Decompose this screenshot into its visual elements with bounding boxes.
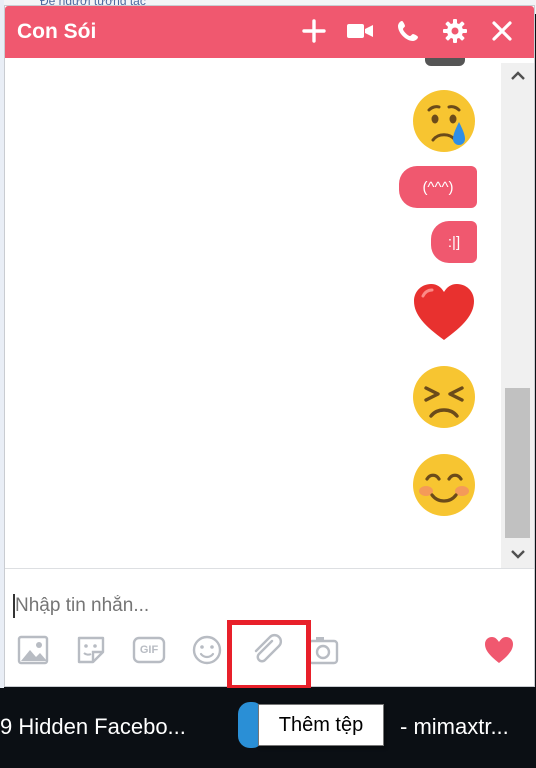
scrollbar[interactable] (501, 63, 534, 568)
message-list: (^^^) :|] (5, 58, 501, 568)
scroll-up-arrow[interactable] (501, 63, 534, 89)
gif-icon[interactable]: GIF (131, 632, 167, 668)
close-icon[interactable] (485, 14, 519, 48)
attach-file-tooltip: Thêm tệp (258, 704, 384, 746)
chat-window: Con Sói (^^^):|] Nhập tin nhắn... GIF (4, 5, 535, 690)
crying-face-emoji (411, 88, 477, 154)
video-call-icon[interactable] (343, 14, 377, 48)
message-bubble[interactable]: (^^^) (399, 166, 477, 208)
chat-header[interactable]: Con Sói (5, 6, 534, 58)
gear-icon[interactable] (438, 14, 472, 48)
taskbar-item-2[interactable]: - mimaxtr... (400, 714, 509, 740)
emoji-icon[interactable] (189, 632, 225, 668)
scroll-thumb[interactable] (505, 388, 530, 538)
scroll-down-arrow[interactable] (501, 541, 534, 567)
blushing-smile-emoji (411, 452, 477, 518)
clipped-message (425, 58, 465, 66)
plus-icon[interactable] (297, 14, 331, 48)
taskbar-item-1[interactable]: 9 Hidden Facebo... (0, 714, 186, 740)
screen: Đề người tương tác Con Sói (^^^):|] Nhậ… (0, 0, 536, 768)
gif-label: GIF (139, 644, 159, 656)
message-text: :|] (447, 233, 461, 251)
message-text: (^^^) (422, 178, 454, 196)
image-icon[interactable] (15, 632, 51, 668)
message-bubble[interactable]: :|] (431, 221, 477, 263)
message-input[interactable] (15, 591, 495, 621)
red-heart-emoji (411, 280, 477, 346)
phone-icon[interactable] (391, 14, 425, 48)
chat-title[interactable]: Con Sói (17, 20, 96, 44)
tired-face-emoji (411, 364, 477, 430)
heart-like-icon[interactable] (481, 632, 517, 668)
composer-divider (5, 568, 534, 569)
sticker-icon[interactable] (73, 632, 109, 668)
highlight-box (227, 620, 311, 690)
